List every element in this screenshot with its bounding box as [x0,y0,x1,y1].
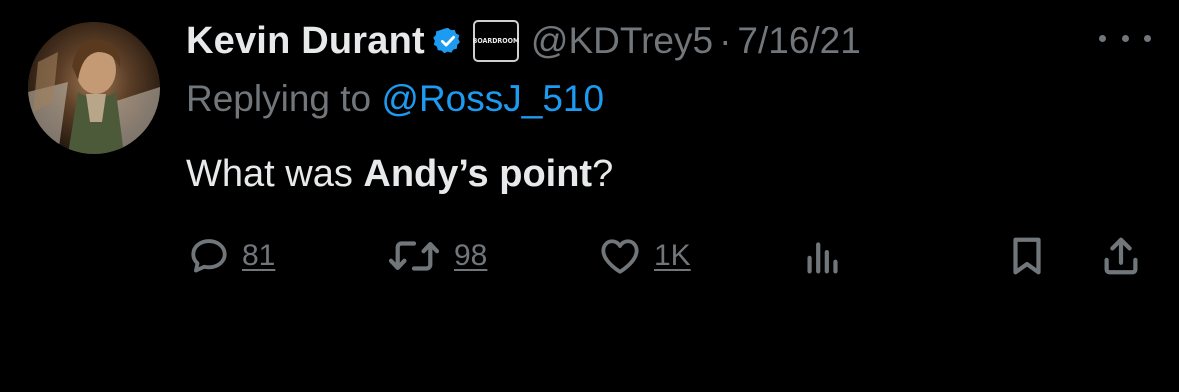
replying-to: Replying to @RossJ_510 [186,78,604,120]
retweet-count[interactable]: 98 [454,239,487,273]
author-handle[interactable]: @KDTrey5 [531,20,713,62]
reply-icon [191,239,227,273]
avatar-image [28,22,160,154]
tweet[interactable]: Kevin Durant BOARDROOM @KDTrey5 · 7/16/2… [0,0,1179,392]
bookmark-button[interactable] [1004,228,1050,284]
tweet-text-bold: Andy’s point [363,153,593,195]
analytics-icon [807,242,838,274]
reply-button[interactable]: 81 [186,228,275,284]
like-count[interactable]: 1K [654,239,691,273]
verified-badge-icon [433,26,463,56]
tweet-text: What was Andy’s point? [186,153,613,196]
retweet-button[interactable]: 98 [384,228,487,284]
bookmark-icon [1013,237,1041,275]
heart-icon [601,239,639,274]
tweet-text-part1: What was [186,153,364,195]
tweet-header: Kevin Durant BOARDROOM @KDTrey5 · 7/16/2… [186,14,861,68]
replying-to-mention[interactable]: @RossJ_510 [381,78,604,119]
tweet-text-part2: ? [592,153,614,195]
author-name[interactable]: Kevin Durant [186,20,425,63]
retweet-icon [388,241,440,271]
affiliate-badge-label: BOARDROOM [472,37,520,45]
header-separator: · [719,20,732,61]
reply-count[interactable]: 81 [242,239,275,273]
avatar[interactable] [28,22,160,154]
more-icon[interactable] [1099,26,1151,50]
action-bar: 81 98 1K [0,228,1179,284]
share-icon [1104,237,1138,275]
views-button[interactable] [800,228,846,284]
tweet-date[interactable]: 7/16/21 [737,20,860,62]
affiliate-badge[interactable]: BOARDROOM [473,20,519,62]
like-button[interactable]: 1K [596,228,691,284]
replying-to-prefix: Replying to [186,78,382,119]
share-button[interactable] [1098,228,1144,284]
